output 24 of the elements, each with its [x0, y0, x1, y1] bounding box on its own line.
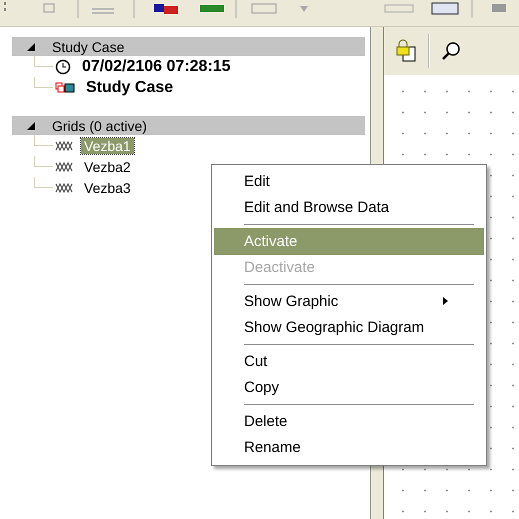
collapse-icon[interactable]: [26, 120, 36, 130]
submenu-arrow-icon: [443, 297, 448, 306]
menu-item[interactable]: Rename: [214, 434, 484, 461]
tree-item[interactable]: Vezba3: [81, 180, 134, 196]
collapse-icon[interactable]: [26, 42, 36, 52]
grid-icon: [55, 160, 73, 172]
menu-item[interactable]: Delete: [214, 408, 484, 434]
lock-document-icon[interactable]: [394, 39, 418, 63]
menu-item[interactable]: Cut: [214, 348, 484, 374]
menu-item[interactable]: Copy: [214, 374, 484, 401]
section-header[interactable]: Grids (0 active): [12, 116, 365, 135]
section-header[interactable]: Study Case: [12, 37, 365, 56]
grid-icon: [55, 140, 73, 152]
menu-item[interactable]: Edit: [214, 168, 484, 194]
menu-item[interactable]: Show Geographic Diagram: [214, 314, 484, 341]
grid-icon: [55, 182, 73, 194]
search-icon[interactable]: [440, 40, 462, 62]
study-case-icon: [55, 80, 75, 94]
menu-item[interactable]: Edit and Browse Data: [214, 194, 484, 221]
tree-item[interactable]: 07/02/2106 07:28:15: [79, 58, 234, 76]
tree-item[interactable]: Study Case: [83, 78, 176, 96]
clock-icon: [55, 58, 71, 74]
menu-item[interactable]: Show Graphic: [214, 288, 484, 314]
tree-item[interactable]: Vezba2: [81, 158, 134, 174]
